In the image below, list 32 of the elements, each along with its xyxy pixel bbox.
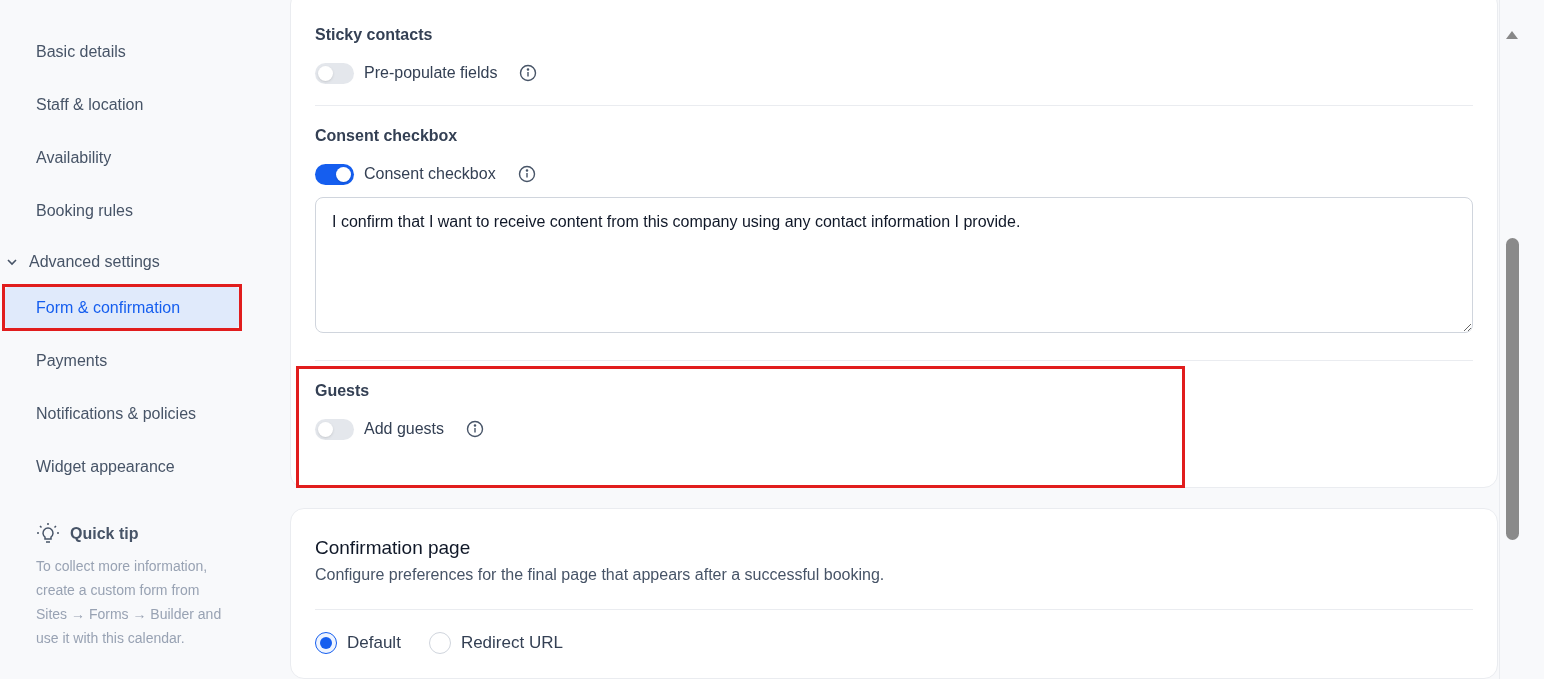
scrollbar-thumb[interactable]: [1505, 238, 1519, 540]
lightbulb-icon: [36, 522, 60, 546]
section-title: Consent checkbox: [315, 126, 459, 146]
text-area[interactable]: I confirm that I want to receive content from this company using any contact information I provide.: [315, 197, 1473, 333]
sidebar-item[interactable]: Widget appearance: [5, 446, 239, 487]
radio-option[interactable]: Redirect URL: [428, 630, 563, 656]
radio-button[interactable]: [315, 631, 337, 654]
sidebar-group[interactable]: Advanced settings: [0, 240, 160, 284]
toggle-switch[interactable]: [315, 62, 354, 84]
sidebar-item[interactable]: Form & confirmation: [5, 287, 239, 328]
card-description: Configure preferences for the final page that appears after a successful booking.: [315, 565, 886, 585]
sidebar-item[interactable]: Notifications & policies: [5, 393, 239, 434]
sidebar-item[interactable]: Basic details: [5, 31, 239, 72]
toggle-label: Consent checkbox: [364, 164, 496, 184]
toggle-label: Add guests: [364, 419, 445, 439]
info-icon[interactable]: [517, 165, 536, 183]
toggle-switch[interactable]: [315, 163, 354, 185]
tip-title: Quick tip: [70, 524, 139, 544]
card-title: Confirmation page: [315, 536, 472, 560]
tip-text: To collect more information, create a custom form from Sites → Forms → Builder and use it with this calendar.: [36, 557, 223, 648]
sidebar-item[interactable]: Booking rules: [5, 190, 239, 231]
radio-option[interactable]: Default: [315, 630, 401, 656]
sidebar-item[interactable]: Payments: [5, 340, 239, 381]
section-title: Sticky contacts: [315, 25, 434, 45]
toggle-switch[interactable]: [315, 418, 354, 440]
info-icon[interactable]: [466, 420, 485, 438]
sidebar-item[interactable]: Staff & location: [5, 84, 239, 125]
section-title: Guests: [315, 381, 371, 401]
toggle-label: Pre-populate fields: [364, 63, 498, 83]
sidebar-item[interactable]: Availability: [5, 137, 239, 178]
scroll-up-icon[interactable]: [1505, 30, 1519, 40]
info-icon[interactable]: [519, 64, 538, 82]
